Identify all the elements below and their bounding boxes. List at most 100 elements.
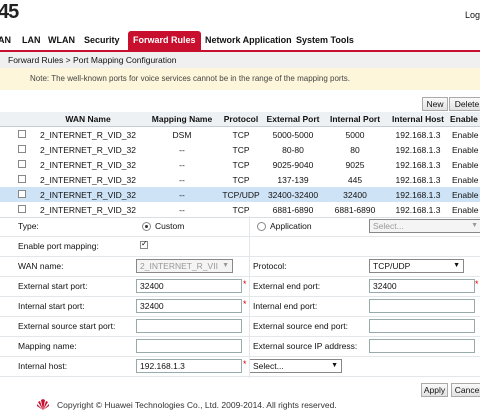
table-row[interactable]: 2_INTERNET_R_VID_32 -- TCP 137-139 445 192.16… (0, 172, 480, 188)
cell-mapping-name: -- (179, 160, 185, 170)
int-start-label: Internal start port: (18, 301, 85, 311)
protocol-label: Protocol: (253, 261, 287, 271)
cell-protocol: TCP (232, 175, 250, 185)
row-checkbox[interactable] (18, 130, 26, 138)
cell-external-port: 5000-5000 (272, 130, 314, 140)
ext-start-label: External start port: (18, 281, 88, 291)
form-row-host: Internal host: 192.168.1.3 * Select... ▼ (0, 356, 480, 377)
huawei-logo-icon (37, 399, 49, 410)
row-checkbox[interactable] (18, 205, 26, 213)
breadcrumb: Forward Rules > Port Mapping Configurati… (0, 52, 480, 68)
protocol-value: TCP/UDP (373, 261, 411, 271)
table-row[interactable]: 2_INTERNET_R_VID_32 -- TCP 9025-9040 9025 192… (0, 157, 480, 173)
cell-wan: 2_INTERNET_R_VID_32 (40, 130, 136, 140)
cell-internal-port: 5000 (345, 130, 365, 140)
application-select[interactable]: Select... ▼ (369, 219, 480, 233)
note-text: Note: The well-known ports for voice ser… (30, 74, 351, 83)
cell-mapping-name: -- (179, 190, 185, 200)
enable-label: Enable port mapping: (18, 241, 99, 251)
cell-internal-port: 445 (347, 175, 363, 185)
protocol-select[interactable]: TCP/UDP ▼ (369, 259, 464, 273)
cancel-button[interactable]: Cancel (451, 383, 480, 397)
type-application-radio[interactable] (257, 222, 266, 231)
required-mark: * (475, 279, 479, 289)
row-checkbox[interactable] (18, 160, 26, 168)
table-row[interactable]: 2_INTERNET_R_VID_32 DSM TCP 5000-5000 5000 19… (0, 127, 480, 143)
row-checkbox[interactable] (18, 190, 26, 198)
col-wan-name: WAN Name (65, 114, 111, 124)
copyright-text: Copyright © Huawei Technologies Co., Ltd… (57, 400, 337, 410)
wan-name-select[interactable]: 2_INTERNET_R_VII ▼ (136, 259, 233, 273)
form-row-mapping-name: Mapping name: External source IP address… (0, 336, 480, 357)
int-start-input[interactable]: 32400 (136, 299, 242, 313)
col-internal-port: Internal Port (329, 114, 381, 124)
ext-end-input[interactable]: 32400 (369, 279, 475, 293)
type-custom-label: Custom (155, 221, 185, 231)
logout-link[interactable]: Log (465, 10, 480, 20)
nav-item-forward-rules[interactable]: Forward Rules (128, 31, 201, 50)
cell-internal-port: 6881-6890 (334, 205, 376, 215)
table-row[interactable]: 2_INTERNET_R_VID_32 -- TCP 80-80 80 192.168.1… (0, 142, 480, 158)
cell-wan: 2_INTERNET_R_VID_32 (40, 145, 136, 155)
type-label: Type: (18, 221, 39, 231)
form-row-int-ports: Internal start port: 32400 * Internal en… (0, 296, 480, 317)
cell-enable: Enable (452, 160, 479, 170)
new-button[interactable]: New (422, 97, 448, 111)
nav-item-wlan[interactable]: WLAN (48, 35, 75, 45)
row-checkbox[interactable] (18, 145, 26, 153)
src-ip-input[interactable] (369, 339, 475, 353)
host-input[interactable]: 192.168.1.3 (136, 359, 242, 373)
delete-button[interactable]: Delete (449, 97, 480, 111)
mapping-name-input[interactable] (136, 339, 242, 353)
cell-internal-port: 32400 (343, 190, 367, 200)
src-start-input[interactable] (136, 319, 242, 333)
cell-internal-host: 192.168.1.3 (395, 175, 441, 185)
form-row-type: Type: Custom Application Select... ▼ (0, 216, 480, 237)
cell-mapping-name: -- (179, 205, 185, 215)
application-select-value: Select... (373, 221, 404, 231)
int-end-input[interactable] (369, 299, 475, 313)
apply-button[interactable]: Apply (421, 383, 448, 397)
cell-enable: Enable (452, 145, 479, 155)
nav-item-system-tools[interactable]: System Tools (296, 35, 354, 45)
host-label: Internal host: (18, 361, 68, 371)
src-end-input[interactable] (369, 319, 475, 333)
cell-internal-host: 192.168.1.3 (395, 130, 441, 140)
required-mark: * (243, 279, 247, 289)
cell-external-port: 137-139 (277, 175, 309, 185)
ext-start-input[interactable]: 32400 (136, 279, 242, 293)
wan-name-label: WAN name: (18, 261, 64, 271)
cell-wan: 2_INTERNET_R_VID_32 (40, 190, 136, 200)
cell-external-port: 80-80 (282, 145, 304, 155)
row-checkbox[interactable] (18, 175, 26, 183)
note-banner: Note: The well-known ports for voice ser… (0, 68, 480, 90)
cell-external-port: 6881-6890 (272, 205, 314, 215)
cell-mapping-name: DSM (172, 130, 192, 140)
nav-item-network-application[interactable]: Network Application (205, 35, 292, 45)
cell-wan: 2_INTERNET_R_VID_32 (40, 175, 136, 185)
enable-port-mapping-checkbox[interactable] (140, 239, 148, 249)
breadcrumb-text: Forward Rules > Port Mapping Configurati… (8, 55, 177, 65)
cell-internal-host: 192.168.1.3 (395, 190, 441, 200)
col-mapping-name: Mapping Name (151, 114, 213, 124)
col-internal-host: Internal Host (392, 114, 444, 124)
cell-enable: Enable (452, 205, 479, 215)
host-select[interactable]: Select... ▼ (249, 359, 342, 373)
table-row[interactable]: 2_INTERNET_R_VID_32 -- TCP/UDP 32400-32400 3… (0, 187, 480, 203)
nav-item-wan[interactable]: AN (0, 35, 11, 45)
nav-item-security[interactable]: Security (84, 35, 120, 45)
nav-item-lan[interactable]: LAN (22, 35, 41, 45)
type-custom-radio[interactable] (142, 222, 151, 231)
chevron-down-icon: ▼ (453, 262, 460, 269)
col-protocol: Protocol (223, 114, 259, 124)
cell-internal-port: 9025 (345, 160, 365, 170)
chevron-down-icon: ▼ (471, 222, 478, 229)
int-end-label: Internal end port: (253, 301, 318, 311)
cell-mapping-name: -- (179, 175, 185, 185)
ext-end-label: External end port: (253, 281, 321, 291)
cell-enable: Enable (452, 130, 479, 140)
chevron-down-icon: ▼ (222, 262, 229, 269)
port-mapping-form: Type: Custom Application Select... ▼ Enab… (0, 216, 480, 378)
required-mark: * (243, 359, 247, 369)
cell-wan: 2_INTERNET_R_VID_32 (40, 205, 136, 215)
